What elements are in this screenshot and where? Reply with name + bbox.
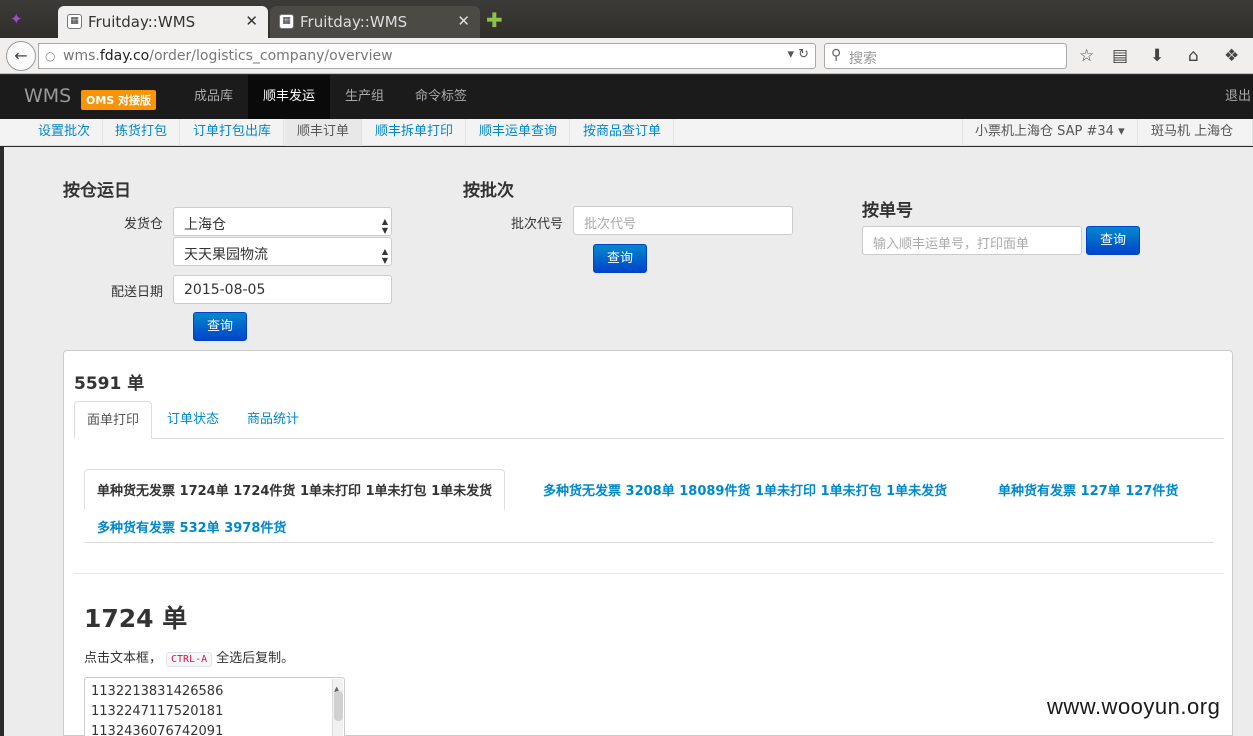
url-path: /order/logistics_company/overview <box>149 48 393 64</box>
url-input[interactable]: ○ wms.fday.co/order/logistics_company/ov… <box>38 43 816 69</box>
nav-item-production[interactable]: 生产组 <box>330 75 399 119</box>
addon-icon[interactable]: ❖ <box>1224 46 1239 66</box>
tab-title: Fruitday::WMS <box>88 13 196 31</box>
waybill-numbers-textarea[interactable]: 1132213831426586 1132247117520181 113243… <box>84 677 345 736</box>
nav-item-command-labels[interactable]: 命令标签 <box>400 75 482 119</box>
query-by-batch-button[interactable]: 查询 <box>593 244 647 273</box>
delivery-date-value: 2015-08-05 <box>184 282 266 298</box>
new-tab-plus-icon[interactable]: ✚ <box>486 8 503 32</box>
pill-multi-no-invoice[interactable]: 多种货无发票 3208单 18089件货 1单未打印 1单未打包 1单未发货 <box>543 480 947 499</box>
subnav-set-batch[interactable]: 设置批次 <box>26 119 104 146</box>
carrier-value: 天天果园物流 <box>184 247 268 263</box>
globe-icon: ○ <box>45 49 56 63</box>
subnav-sf-orders[interactable]: 顺丰订单 <box>285 119 363 146</box>
textarea-scrollbar[interactable]: ▲ <box>332 679 343 736</box>
watermark: www.wooyun.org <box>1047 694 1221 719</box>
app-navbar: WMS OMS 对接版 成品库 顺丰发运 生产组 命令标签 退出 <box>0 75 1253 119</box>
printer1-label: 小票机上海仓 SAP #34 <box>975 124 1114 139</box>
pill-single-invoice[interactable]: 单种货有发票 127单 127件货 <box>998 480 1178 499</box>
tab-product-stats[interactable]: 商品统计 <box>235 401 311 439</box>
waybill-number-line: 1132247117520181 <box>91 704 224 719</box>
url-prefix: wms. <box>63 48 100 64</box>
printer2-dropdown[interactable]: 斑马机 上海仓 #1 <box>1139 119 1253 165</box>
batch-code-input[interactable]: 批次代号 <box>573 206 793 235</box>
waybill-number-line: 1132436076742091 <box>91 724 224 736</box>
url-host: fday.co <box>99 48 150 64</box>
browser-tab-strip: ✦ ▦ Fruitday::WMS ✕ ▦ Fruitday::WMS ✕ ✚ <box>0 0 1253 38</box>
back-arrow-icon[interactable]: ← <box>6 41 36 71</box>
select-caret-icon: ▲ ▼ <box>381 217 388 235</box>
browser-tab-active[interactable]: ▦ Fruitday::WMS ✕ <box>58 6 268 38</box>
home-icon[interactable]: ⌂ <box>1188 46 1199 66</box>
page-favicon-icon: ▦ <box>279 14 294 29</box>
section-divider <box>74 573 1224 574</box>
warehouse-value: 上海仓 <box>184 217 226 233</box>
private-browsing-mask-icon: ✦ <box>10 10 23 28</box>
subnav-order-pack-out[interactable]: 订单打包出库 <box>181 119 285 146</box>
url-dropdown-reload-icon[interactable]: ▾ ↻ <box>787 47 809 62</box>
subnav-orders-by-product[interactable]: 按商品查订单 <box>571 119 675 146</box>
subnav-sf-waybill-query[interactable]: 顺丰运单查询 <box>467 119 571 146</box>
browser-toolbar: ← ○ wms.fday.co/order/logistics_company/… <box>0 38 1253 74</box>
tab-title: Fruitday::WMS <box>300 13 408 31</box>
copy-hint: 点击文本框， CTRL-A 全选后复制。 <box>84 647 294 667</box>
search-placeholder: 搜索 <box>849 51 877 67</box>
query-by-number-button[interactable]: 查询 <box>1086 226 1140 255</box>
select-caret-icon: ▲ ▼ <box>381 247 388 265</box>
by-batch-title: 按批次 <box>463 181 514 201</box>
query-by-warehouse-button[interactable]: 查询 <box>193 312 247 341</box>
hint-text-before: 点击文本框， <box>84 651 163 666</box>
logout-link[interactable]: 退出 <box>1225 75 1253 119</box>
bookmark-star-icon[interactable]: ☆ <box>1079 46 1094 66</box>
nav-item-sf-shipping[interactable]: 顺丰发运 <box>248 75 331 119</box>
reading-list-icon[interactable]: ▤ <box>1112 46 1128 66</box>
nav-item-finished-goods[interactable]: 成品库 <box>179 75 248 119</box>
pill-single-no-invoice[interactable]: 单种货无发票 1724单 1724件货 1单未打印 1单未打包 1单未发货 <box>84 469 506 510</box>
date-label: 配送日期 <box>110 285 163 300</box>
sub-navbar: 设置批次 拣货打包 订单打包出库 顺丰订单 顺丰拆单打印 顺丰运单查询 按商品查… <box>0 119 1253 165</box>
tab-label-print[interactable]: 面单打印 <box>74 401 153 439</box>
ctrl-a-key: CTRL-A <box>166 652 213 667</box>
carrier-select[interactable]: 天天果园物流 ▲ ▼ <box>173 237 392 266</box>
waybill-number-line: 1132213831426586 <box>91 684 224 699</box>
total-order-count: 5591 单 <box>74 374 145 394</box>
printer1-dropdown[interactable]: 小票机上海仓 SAP #34 ▾ <box>962 119 1138 146</box>
by-number-title: 按单号 <box>862 201 913 221</box>
waybill-number-placeholder: 输入顺丰运单号，打印面单 <box>873 237 1030 252</box>
browser-tab-inactive[interactable]: ▦ Fruitday::WMS ✕ <box>270 6 480 38</box>
by-warehouse-title: 按仓运日 <box>63 181 131 201</box>
batch-code-placeholder: 批次代号 <box>584 217 637 232</box>
batch-code-label: 批次代号 <box>510 217 563 232</box>
delivery-date-input[interactable]: 2015-08-05 <box>173 275 392 304</box>
close-tab-icon[interactable]: ✕ <box>457 12 470 30</box>
search-icon: ⚲ <box>831 47 842 63</box>
category-pills: 单种货无发票 1724单 1724件货 1单未打印 1单未打包 1单未发货 多种… <box>84 461 1214 543</box>
subnav-pick-pack[interactable]: 拣货打包 <box>103 119 181 146</box>
scrollbar-thumb[interactable] <box>334 691 343 721</box>
warehouse-select[interactable]: 上海仓 ▲ ▼ <box>173 207 392 236</box>
waybill-number-input[interactable]: 输入顺丰运单号，打印面单 <box>862 226 1082 255</box>
pill-multi-invoice[interactable]: 多种货有发票 532单 3978件货 <box>97 517 286 536</box>
page-favicon-icon: ▦ <box>67 14 82 29</box>
tab-order-status[interactable]: 订单状态 <box>155 401 231 439</box>
subnav-sf-split-print[interactable]: 顺丰拆单打印 <box>363 119 467 146</box>
close-tab-icon[interactable]: ✕ <box>245 12 258 30</box>
selected-count: 1724 单 <box>84 604 188 633</box>
search-input[interactable]: ⚲ 搜索 <box>824 43 1067 69</box>
brand-logo[interactable]: WMS <box>24 85 71 107</box>
warehouse-label: 发货仓 <box>123 217 163 232</box>
download-arrow-icon[interactable]: ⬇ <box>1150 46 1164 66</box>
hint-text-after: 全选后复制。 <box>216 651 295 666</box>
results-panel: 5591 单 面单打印 订单状态 商品统计 单种货无发票 1724单 1724件… <box>63 350 1233 736</box>
brand-badge: OMS 对接版 <box>81 90 157 110</box>
caret-down-icon: ▾ <box>1118 124 1125 139</box>
